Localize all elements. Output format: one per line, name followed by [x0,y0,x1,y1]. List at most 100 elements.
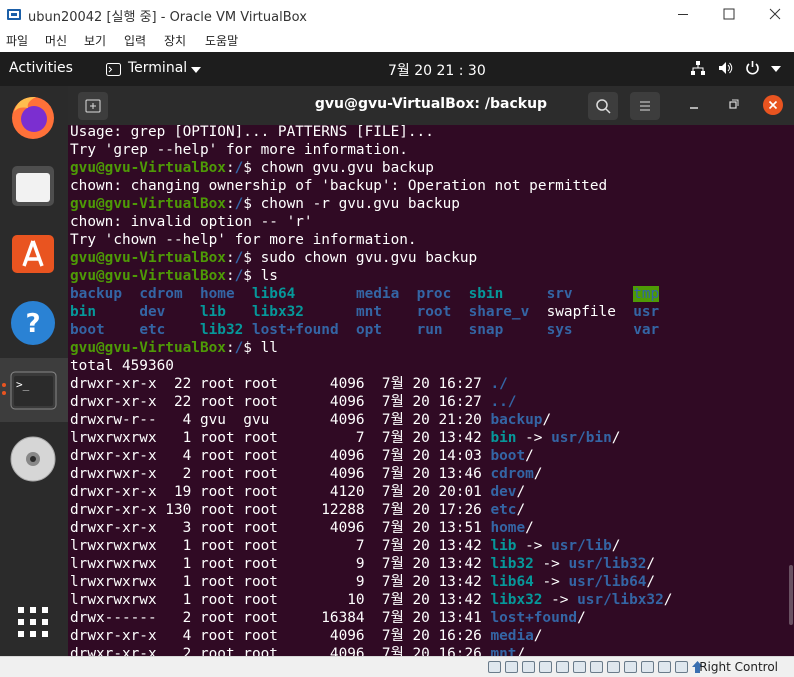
terminal-output[interactable]: Usage: grep [OPTION]... PATTERNS [FILE].… [68,125,794,656]
terminal-line: drwxr-xr-x 22 root root 4096 7월 20 16:27… [70,393,516,411]
terminal-scrollbar[interactable] [788,125,794,656]
maximize-button[interactable] [706,0,752,29]
menu-machine[interactable]: 머신 [45,32,67,49]
terminal-text: chown: invalid option -- 'r' [70,214,313,230]
disc-icon [10,436,56,482]
terminal-text: lrwxrwxrwx 1 root root 9 7월 20 13:42 [70,574,491,590]
dock-disc[interactable] [0,426,68,490]
apps-grid-icon [18,607,48,637]
terminal-line: gvu@gvu-VirtualBox:/$ ll [70,339,278,357]
terminal-text: boot [490,448,526,464]
terminal-text: swapfile [546,304,616,320]
terminal-line: boot etc lib32 lost+found opt run snap s… [70,321,659,339]
mouse-status-icon[interactable] [658,661,671,673]
restore-icon[interactable] [725,97,741,113]
terminal-text: / [663,592,673,608]
shared-folders-status-icon[interactable] [573,661,586,673]
scrollbar-thumb[interactable] [789,565,793,625]
dock-show-apps[interactable] [0,590,68,654]
power-icon[interactable] [745,60,760,75]
cpu-status-icon[interactable] [641,661,654,673]
vt-status-icon[interactable] [624,661,637,673]
close-button[interactable] [752,0,794,29]
terminal-text: drwxrw-r-- 4 gvu gvu 4096 7월 20 21:20 [70,412,491,428]
terminal-text: run [416,322,443,338]
terminal-text: media [490,628,534,644]
terminal-text: $ ll [243,340,278,356]
terminal-line: drwxr-xr-x 130 root root 12288 7월 20 17:… [70,501,525,519]
terminal-line: gvu@gvu-VirtualBox:/$ chown gvu.gvu back… [70,159,434,177]
minimize-button[interactable] [660,0,706,29]
caret-down-icon [191,67,201,73]
dock-software[interactable] [0,222,68,286]
terminal-text: gvu@gvu-VirtualBox [70,268,226,284]
terminal-text: drwxr-xr-x 130 root root 12288 7월 20 17:… [70,502,491,518]
network-icon[interactable] [690,60,706,76]
terminal-text: backup [70,286,122,302]
terminal-text: / [516,502,526,518]
terminal-text: mnt [355,304,382,320]
terminal-text: drwxrwxr-x 2 root root 4096 7월 20 13:46 [70,466,491,482]
network-status-icon[interactable] [539,661,552,673]
dock-firefox[interactable] [0,86,68,150]
terminal-text: bin [490,430,517,446]
menu-help[interactable]: 도움말 [205,32,238,49]
cd-status-icon[interactable] [505,661,518,673]
ubuntu-dock: ? >_ [0,86,68,656]
virtualbox-icon [7,9,21,20]
hamburger-icon [640,101,650,111]
terminal-text: mnt [490,646,517,656]
display-status-icon[interactable] [590,661,603,673]
close-icon[interactable] [763,95,783,115]
dock-help[interactable]: ? [0,290,68,354]
hdd-status-icon[interactable] [488,661,501,673]
menu-button[interactable] [630,92,660,120]
terminal-text: / [525,520,534,536]
search-button[interactable] [588,92,618,120]
search-icon [596,99,611,114]
menu-devices[interactable]: 장치 [164,32,186,49]
terminal-text: -> [533,574,569,590]
keyboard-status-icon[interactable] [675,661,688,673]
activities-button[interactable]: Activities [9,60,73,76]
audio-status-icon[interactable] [522,661,535,673]
terminal-text: cdrom [139,286,183,302]
terminal-text: Try 'grep --help' for more information. [70,142,408,158]
menu-input[interactable]: 입력 [124,32,146,49]
terminal-text: gvu@gvu-VirtualBox [70,250,226,266]
recording-status-icon[interactable] [607,661,620,673]
menu-file[interactable]: 파일 [6,32,28,49]
dock-files[interactable] [0,154,68,218]
minimize-icon[interactable] [686,97,702,113]
terminal-text: / [611,538,621,554]
terminal-text: Usage: grep [OPTION]... PATTERNS [FILE].… [70,125,434,140]
terminal-text: home [199,286,235,302]
terminal-text: libx32 [251,304,304,320]
system-menu-caret-icon[interactable] [771,66,781,72]
terminal-text: sys [546,322,573,338]
dock-terminal[interactable]: >_ [0,358,68,422]
terminal-text: : [225,160,235,176]
terminal-line: drwx------ 2 root root 16384 7월 20 13:41… [70,609,586,627]
terminal-headerbar: gvu@gvu-VirtualBox: /backup [68,86,794,125]
usb-status-icon[interactable] [556,661,569,673]
terminal-line: lrwxrwxrwx 1 root root 9 7월 20 13:42 lib… [70,573,655,591]
menu-view[interactable]: 보기 [84,32,106,49]
volume-icon[interactable] [718,61,734,75]
clock[interactable]: 7월 20 21 : 30 [388,60,486,80]
app-menu-terminal[interactable]: Terminal [128,60,187,76]
terminal-text: / [611,430,621,446]
terminal-text: drwxr-xr-x 22 root root 4096 7월 20 16:27 [70,376,491,392]
terminal-text: / [516,646,526,656]
